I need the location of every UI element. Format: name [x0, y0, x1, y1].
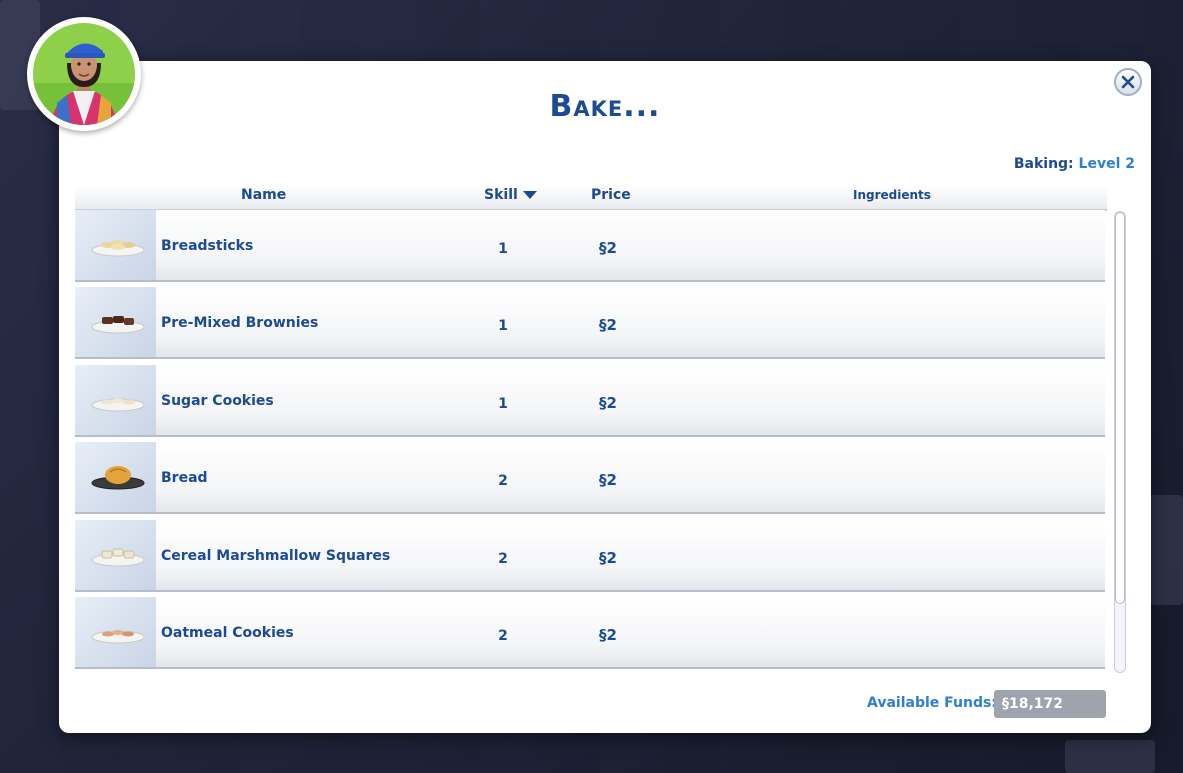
recipe-thumbnail: [75, 519, 156, 590]
close-icon: [1121, 75, 1135, 89]
skill-level: Baking: Level 2: [1014, 156, 1135, 172]
sim-avatar[interactable]: [27, 17, 141, 131]
recipe-row[interactable]: Sugar Cookies 1 §2: [75, 364, 1105, 437]
squares-plate-icon: [91, 548, 145, 567]
oatmeal-cookies-plate-icon: [91, 629, 145, 644]
funds-display: §18,172: [994, 690, 1106, 718]
recipe-name: Cereal Marshmallow Squares: [161, 547, 391, 564]
recipe-row[interactable]: Oatmeal Cookies 2 §2: [75, 596, 1105, 669]
price-value: 2: [606, 625, 617, 644]
recipe-row[interactable]: Bread 2 §2: [75, 442, 1105, 515]
scrollbar-thumb[interactable]: [1115, 212, 1125, 604]
skill-level-label: Baking:: [1013, 156, 1074, 172]
price-value: 2: [606, 471, 617, 490]
recipe-name: Oatmeal Cookies: [161, 624, 294, 641]
recipe-list: Breadsticks 1 §2 Pre-Mixed Brownies 1 §2: [75, 210, 1107, 672]
recipe-skill: 2: [498, 550, 508, 567]
column-skill-label: Skill: [484, 187, 518, 203]
funds-value: 18,172: [1009, 696, 1064, 712]
cookies-plate-icon: [91, 398, 145, 412]
bread-plate-icon: [91, 466, 145, 490]
recipe-thumbnail: [75, 596, 156, 667]
price-value: 2: [606, 548, 617, 567]
background-panel: [1150, 495, 1183, 605]
simoleon-icon: §: [599, 471, 607, 490]
price-value: 2: [606, 393, 617, 412]
price-value: 2: [606, 239, 617, 257]
recipe-thumbnail: [75, 442, 156, 513]
recipe-row[interactable]: Cereal Marshmallow Squares 2 §2: [75, 519, 1105, 592]
brownies-plate-icon: [91, 316, 145, 334]
column-skill[interactable]: Skill: [484, 187, 537, 203]
column-name[interactable]: Name: [241, 187, 286, 203]
recipe-name: Sugar Cookies: [161, 392, 274, 409]
recipe-price: §2: [599, 626, 617, 644]
recipe-price: §2: [599, 549, 617, 567]
bake-dialog: Bake... Baking: Level 2 Name Skill Price…: [59, 61, 1151, 733]
recipe-price: §2: [599, 471, 617, 489]
recipe-name: Breadsticks: [161, 238, 254, 254]
recipe-skill: 1: [498, 318, 508, 335]
recipe-thumbnail: [75, 287, 156, 358]
recipe-price: §2: [599, 316, 617, 334]
simoleon-icon: §: [599, 548, 607, 567]
sim-portrait-icon: [33, 23, 135, 125]
recipe-thumbnail: [75, 210, 156, 280]
recipe-skill: 2: [498, 473, 508, 490]
simoleon-icon: §: [599, 393, 607, 412]
scrollbar[interactable]: [1114, 211, 1126, 673]
price-value: 2: [606, 316, 617, 335]
recipe-thumbnail: [75, 364, 156, 435]
breadsticks-plate-icon: [91, 240, 145, 257]
simoleon-icon: §: [599, 625, 607, 644]
recipe-name: Bread: [161, 470, 208, 487]
sort-down-icon: [522, 191, 537, 199]
recipe-skill: 1: [498, 395, 508, 412]
dialog-title: Bake...: [549, 89, 661, 124]
close-button[interactable]: [1114, 68, 1142, 96]
recipe-name: Pre-Mixed Brownies: [161, 315, 319, 332]
background-panel: [1065, 740, 1155, 773]
simoleon-icon: §: [1002, 696, 1009, 712]
recipe-price: §2: [599, 239, 617, 257]
recipe-skill: 1: [498, 241, 508, 257]
funds-label: Available Funds:: [867, 695, 997, 711]
recipe-price: §2: [599, 394, 617, 412]
recipe-row[interactable]: Breadsticks 1 §2: [75, 210, 1105, 282]
recipe-skill: 2: [498, 627, 508, 644]
table-header: Name Skill Price Ingredients: [75, 185, 1107, 211]
column-ingredients: Ingredients: [853, 188, 931, 202]
skill-level-value: Level 2: [1078, 156, 1135, 172]
simoleon-icon: §: [599, 239, 607, 257]
simoleon-icon: §: [599, 316, 607, 335]
column-price[interactable]: Price: [591, 187, 631, 203]
recipe-row[interactable]: Pre-Mixed Brownies 1 §2: [75, 287, 1105, 360]
